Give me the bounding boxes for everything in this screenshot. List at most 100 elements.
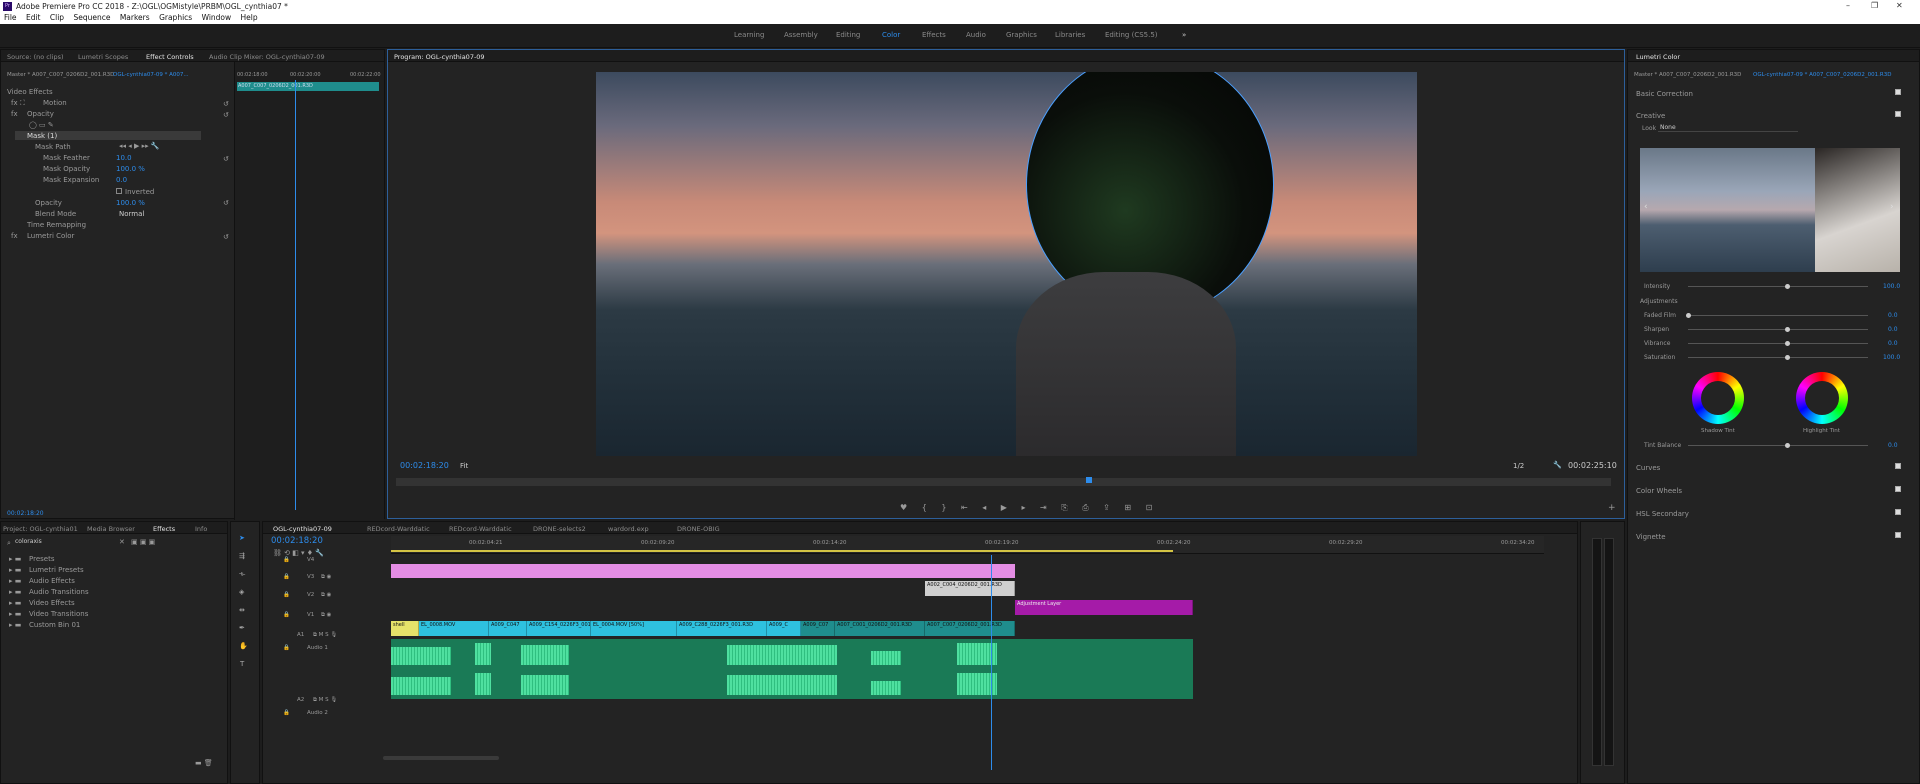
time-remap-effect[interactable]: Time Remapping (27, 221, 86, 229)
workspace-overflow-icon[interactable]: » (1182, 31, 1186, 39)
timeline-timecode[interactable]: 00:02:18:20 (271, 536, 323, 546)
mini-clip[interactable]: A007_C007_0206D2_001.R3D (237, 82, 379, 91)
clip-v1[interactable]: A007_C007_0206D2_001.R3D (925, 621, 1015, 636)
track-label-v1[interactable]: V1 (307, 612, 314, 618)
tab-audio-clip-mixer[interactable]: Audio Clip Mixer: OGL-cynthia07-09 (209, 53, 325, 61)
creative-header[interactable]: Creative (1636, 112, 1665, 120)
menu-edit[interactable]: Edit (26, 13, 41, 22)
curves-checkbox[interactable] (1895, 463, 1901, 469)
lumetri-seq-label[interactable]: OGL-cynthia07-09 * A007_C007_0206D2_001.… (1753, 72, 1891, 78)
eye-icon[interactable]: ⧉ ◉ (321, 592, 331, 599)
menu-sequence[interactable]: Sequence (73, 13, 110, 22)
transport-controls-icon[interactable]: ♥ { } ⇤ ◂ ▶ ▸ ⇥ ⎘ ⎙ ⇪ ⊞ ⊡ (900, 503, 1158, 513)
tint-balance-value[interactable]: 0.0 (1888, 442, 1898, 449)
reset-icon[interactable]: ↺ (223, 100, 229, 108)
mask-label[interactable]: Mask (1) (27, 132, 57, 140)
sequence-clip-label[interactable]: OGL-cynthia07-09 * A007... (113, 72, 189, 78)
clip-v1[interactable]: A007_C001_0206D2_001.R3D (835, 621, 925, 636)
lumetri-effect[interactable]: Lumetri Color (27, 232, 74, 240)
clip-v1[interactable]: shell (391, 621, 419, 636)
effects-folder-presets[interactable]: Presets (29, 555, 54, 563)
time-ruler[interactable]: 00:02:04:21 00:02:09:20 00:02:14:20 00:0… (391, 536, 1544, 554)
vignette-header[interactable]: Vignette (1636, 533, 1666, 541)
saturation-value[interactable]: 100.0 (1883, 354, 1900, 361)
clip-v1[interactable]: A009_C (767, 621, 801, 636)
clip-v1[interactable]: A009_C07 (801, 621, 835, 636)
hsl-secondary-checkbox[interactable] (1895, 509, 1901, 515)
video-frame[interactable] (596, 72, 1417, 456)
tab-program[interactable]: Program: OGL-cynthia07-09 (394, 53, 485, 61)
menu-graphics[interactable]: Graphics (159, 13, 192, 22)
effects-folder-audio-effects[interactable]: Audio Effects (29, 577, 75, 585)
reset-icon[interactable]: ↺ (223, 111, 229, 119)
highlight-tint-wheel[interactable] (1796, 372, 1848, 424)
clip-v1[interactable]: EL_0008.MOV (419, 621, 489, 636)
faded-film-slider[interactable] (1688, 315, 1868, 316)
clip-v4[interactable] (391, 564, 1015, 578)
vibrance-value[interactable]: 0.0 (1888, 340, 1898, 347)
tab-sequence[interactable]: DRONE-OBIG (677, 525, 720, 533)
tab-source[interactable]: Source: (no clips) (7, 53, 64, 61)
intensity-knob[interactable] (1785, 284, 1790, 289)
mask-track-controls-icon[interactable]: ◂◂ ◂ ▶ ▸▸ 🔧 (119, 142, 160, 150)
effect-controls-timecode[interactable]: 00:02:18:20 (7, 510, 44, 517)
clip-v1[interactable]: A009_C288_0226F3_001.R3D (677, 621, 767, 636)
tab-project[interactable]: Project: OGL-cynthia01 (3, 525, 78, 533)
workspace-learning[interactable]: Learning (734, 31, 764, 39)
program-playhead[interactable] (1086, 477, 1092, 483)
bin-view-icon[interactable]: ▣ ▣ ▣ (131, 538, 155, 546)
saturation-knob[interactable] (1785, 355, 1790, 360)
fx-toggle-icon[interactable]: fx (11, 110, 18, 118)
wrench-icon[interactable]: 🔧 (1553, 461, 1562, 469)
eye-icon[interactable]: ⧉ ◉ (321, 612, 331, 619)
lock-icon[interactable]: 🔒 (283, 710, 290, 716)
type-tool-icon[interactable]: T (240, 660, 244, 668)
basic-correction-checkbox[interactable] (1895, 89, 1901, 95)
track-label-v2[interactable]: V2 (307, 592, 314, 598)
track-label-v4[interactable]: V4 (307, 557, 314, 563)
reset-icon[interactable]: ↺ (223, 233, 229, 241)
track-label-a2[interactable]: A2 (297, 697, 304, 703)
hand-tool-icon[interactable]: ✋ (239, 642, 248, 650)
shadow-tint-wheel[interactable] (1692, 372, 1744, 424)
reset-icon[interactable]: ↺ (223, 155, 229, 163)
maximize-icon[interactable]: ❐ (1871, 1, 1878, 10)
timeline-playhead[interactable] (991, 555, 992, 770)
color-wheels-checkbox[interactable] (1895, 486, 1901, 492)
tab-lumetri-scopes[interactable]: Lumetri Scopes (78, 53, 128, 61)
eye-icon[interactable]: ⧉ ◉ (321, 574, 331, 581)
tab-sequence[interactable]: DRONE-selects2 (533, 525, 586, 533)
clip-v1[interactable]: A009_C047 (489, 621, 527, 636)
reset-icon[interactable]: ↺ (223, 199, 229, 207)
menu-clip[interactable]: Clip (50, 13, 64, 22)
lock-icon[interactable]: 🔒 (283, 574, 290, 580)
curves-header[interactable]: Curves (1636, 464, 1660, 472)
hsl-secondary-header[interactable]: HSL Secondary (1636, 510, 1689, 518)
workspace-editing-cs55[interactable]: Editing (CS5.5) (1105, 31, 1158, 39)
mask-opacity-value[interactable]: 100.0 % (116, 165, 145, 173)
color-wheels-header[interactable]: Color Wheels (1636, 487, 1682, 495)
menu-file[interactable]: File (4, 13, 17, 22)
tab-sequence[interactable]: REDcord-Warddatic (449, 525, 512, 533)
tab-media-browser[interactable]: Media Browser (87, 525, 135, 533)
tint-balance-slider[interactable] (1688, 445, 1868, 446)
lumetri-master-label[interactable]: Master * A007_C007_0206D2_001.R3D (1634, 72, 1741, 78)
lock-icon[interactable]: 🔒 (283, 645, 290, 651)
selection-tool-icon[interactable]: ➤ (239, 534, 245, 542)
clip-v1[interactable]: A009_C154_0226F3_001.R3D (527, 621, 591, 636)
opacity-effect[interactable]: Opacity (27, 110, 54, 118)
faded-film-value[interactable]: 0.0 (1888, 312, 1898, 319)
master-clip-label[interactable]: Master * A007_C007_0206D2_001.R3D (7, 72, 114, 78)
basic-correction-header[interactable]: Basic Correction (1636, 90, 1693, 98)
program-timecode[interactable]: 00:02:18:20 (400, 461, 449, 470)
clear-search-icon[interactable]: ✕ (119, 538, 125, 546)
clip-v1[interactable]: EL_0004.MOV [50%] (591, 621, 677, 636)
menu-help[interactable]: Help (241, 13, 258, 22)
menu-markers[interactable]: Markers (120, 13, 150, 22)
adjustments-header[interactable]: Adjustments (1640, 298, 1678, 305)
clip-v3[interactable]: A002_C004_0206D2_001.R3D (925, 581, 1015, 596)
opacity-param-value[interactable]: 100.0 % (116, 199, 145, 207)
lock-icon[interactable]: 🔒 (283, 612, 290, 618)
track-select-tool-icon[interactable]: ⇶ (239, 552, 245, 560)
workspace-effects[interactable]: Effects (922, 31, 946, 39)
